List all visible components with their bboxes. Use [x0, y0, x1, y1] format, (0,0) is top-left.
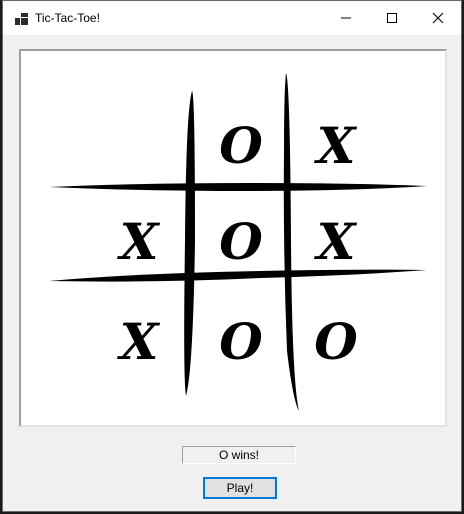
- play-button[interactable]: Play!: [203, 477, 277, 499]
- grid-line-horizontal-top: [49, 183, 427, 191]
- board-cell-r3-c2[interactable]: O: [219, 312, 263, 371]
- window-title: Tic-Tac-Toe!: [35, 11, 100, 25]
- board-cell-r3-c1[interactable]: X: [117, 312, 161, 371]
- minimize-button[interactable]: [323, 1, 369, 35]
- title-bar[interactable]: Tic-Tac-Toe!: [3, 1, 461, 35]
- close-button[interactable]: [415, 1, 461, 35]
- board-canvas: O XX O XX O O: [49, 73, 427, 411]
- minimize-icon: [341, 17, 351, 19]
- game-board[interactable]: OXXOXXOO: [19, 49, 447, 427]
- board-cell-r2-c2[interactable]: O: [219, 212, 263, 271]
- grid-line-vertical-left: [184, 91, 195, 396]
- app-window: Tic-Tac-Toe! OXXOXXOO O wins! Play!: [2, 0, 462, 512]
- board-cell-r2-c3[interactable]: X: [314, 212, 358, 271]
- grid-line-horizontal-bottom: [49, 269, 427, 282]
- board-cell-r2-c1[interactable]: X: [117, 212, 161, 271]
- board-cell-r3-c3[interactable]: O: [314, 312, 358, 371]
- close-icon: [432, 12, 444, 24]
- board-cell-r1-c2[interactable]: O: [219, 116, 263, 175]
- app-grid-icon: [15, 12, 28, 25]
- maximize-button[interactable]: [369, 1, 415, 35]
- maximize-icon: [387, 13, 397, 23]
- board-cell-r1-c3[interactable]: X: [314, 116, 358, 175]
- grid-line-vertical-right: [283, 73, 299, 411]
- status-label: O wins!: [182, 446, 296, 464]
